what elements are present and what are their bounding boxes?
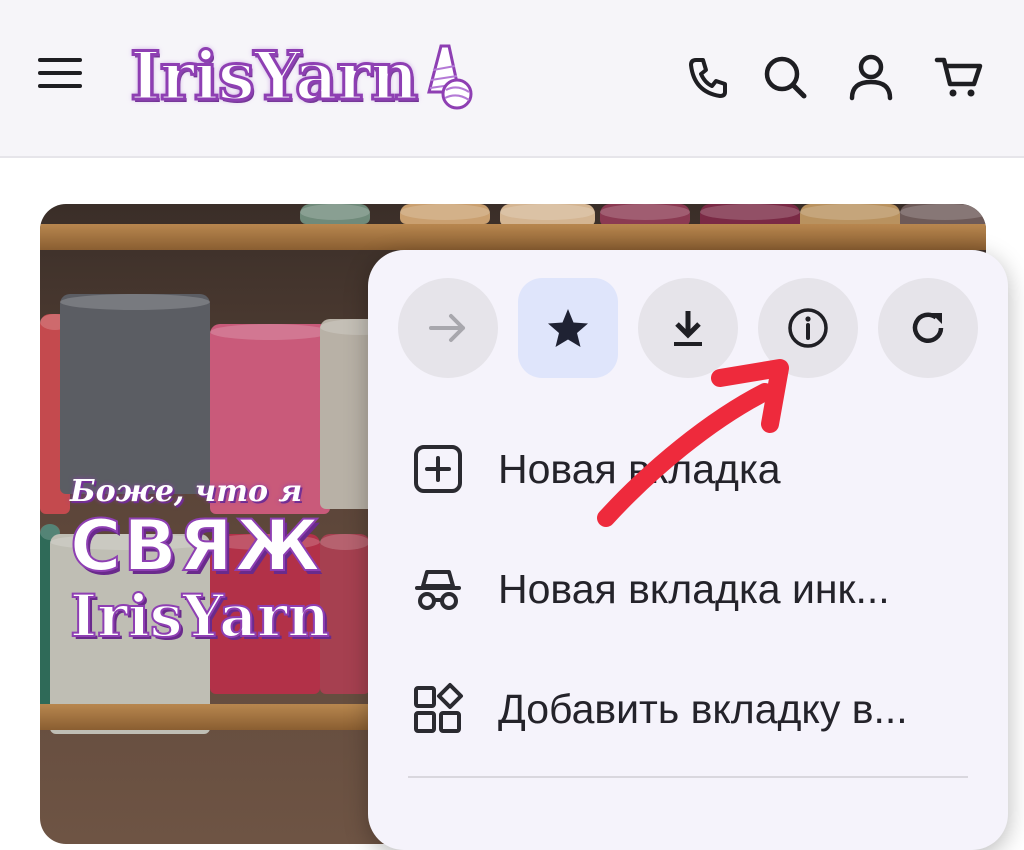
incognito-icon: [408, 559, 468, 619]
menu-divider: [408, 776, 968, 778]
download-button[interactable]: [638, 278, 738, 378]
add-to-group-icon: [408, 679, 468, 739]
bookmark-button[interactable]: [518, 278, 618, 378]
site-header: IrisYarn: [0, 0, 1024, 158]
new-tab-icon: [408, 439, 468, 499]
reload-icon: [912, 312, 944, 343]
download-icon: [674, 311, 702, 346]
info-icon: [788, 308, 828, 348]
logo-text: IrisYarn: [128, 36, 419, 117]
menu-item-label: Новая вкладка: [498, 445, 781, 492]
menu-icon[interactable]: [38, 58, 82, 94]
page-info-button[interactable]: [758, 278, 858, 378]
menu-item-label: Добавить вкладку в...: [498, 685, 908, 732]
cart-icon[interactable]: [934, 52, 984, 102]
search-icon[interactable]: [760, 52, 810, 102]
star-icon: [548, 309, 588, 347]
menu-item-add-tab-to-group[interactable]: Добавить вкладку в...: [368, 654, 1008, 764]
account-icon[interactable]: [846, 52, 896, 102]
site-logo[interactable]: IrisYarn: [128, 36, 473, 117]
yarn-cone-icon: [427, 44, 473, 110]
shelf: [40, 224, 986, 250]
phone-icon[interactable]: [682, 52, 732, 102]
menu-item-label: Новая вкладка инк...: [498, 565, 890, 612]
hero-caption: Боже, что я СВЯЖ IrisYarn: [69, 474, 331, 650]
forward-button[interactable]: [398, 278, 498, 378]
hero-line-1: Боже, что я: [70, 474, 303, 509]
hero-line-3: IrisYarn: [69, 582, 331, 650]
reload-button[interactable]: [878, 278, 978, 378]
arrow-right-icon: [429, 314, 465, 342]
menu-item-new-incognito-tab[interactable]: Новая вкладка инк...: [368, 534, 1008, 644]
browser-overflow-menu: Новая вкладка Новая вкладка инк... Добав…: [368, 250, 1008, 850]
menu-item-new-tab[interactable]: Новая вкладка: [368, 414, 1008, 524]
hero-line-2: СВЯЖ: [69, 505, 323, 587]
